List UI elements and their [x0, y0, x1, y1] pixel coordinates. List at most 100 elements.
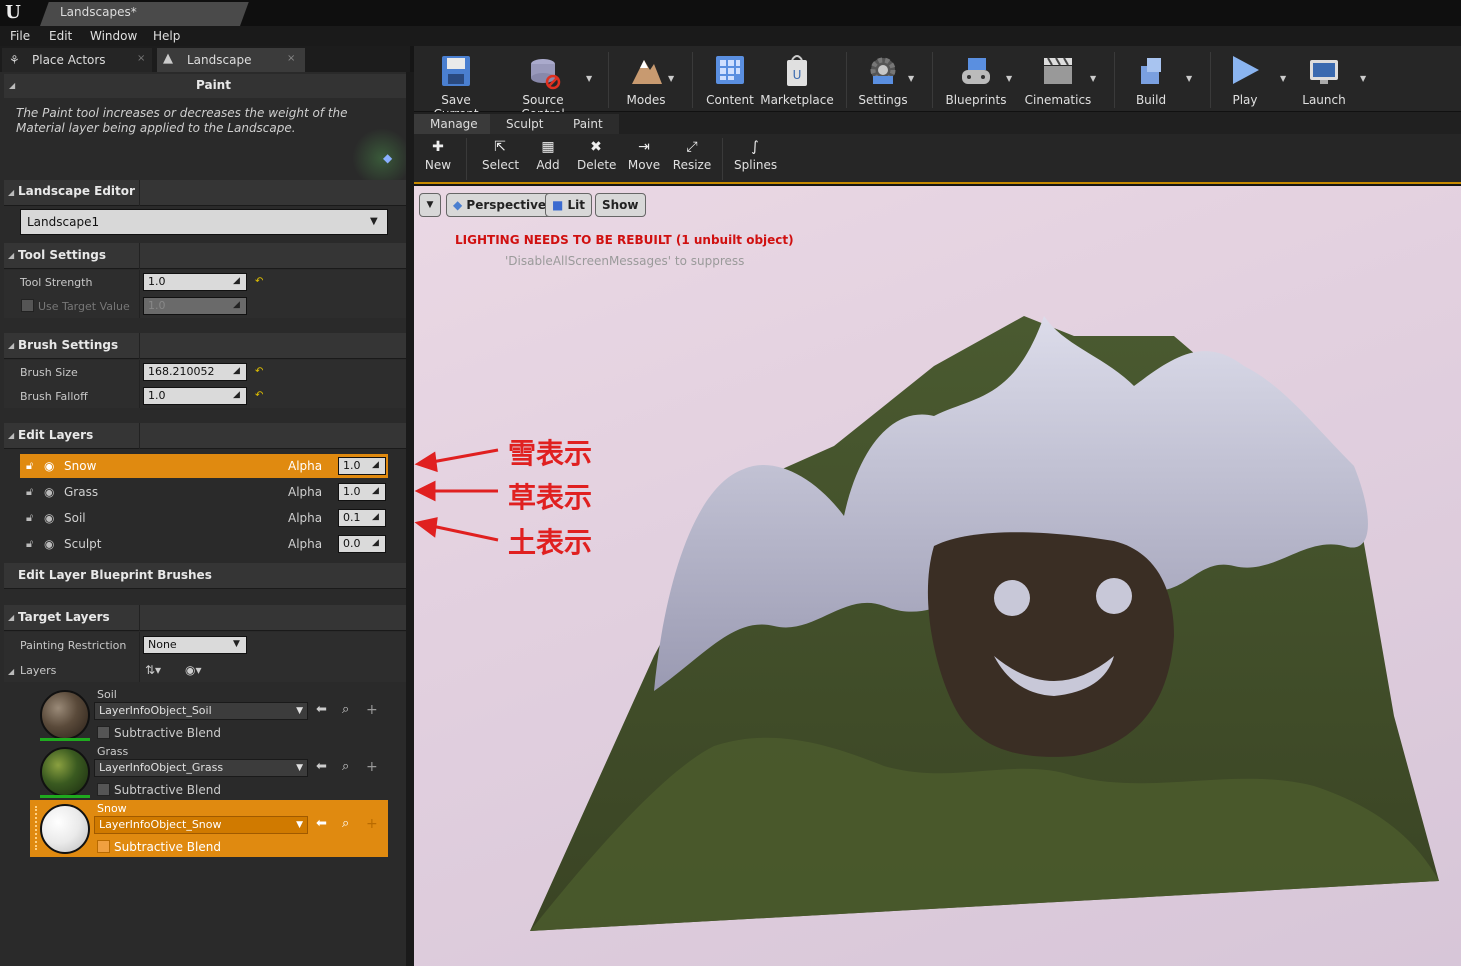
- target-layer-snow[interactable]: Snow LayerInfoObject_Snow ▼ ⬅ ⌕ + Subtrac…: [30, 800, 388, 857]
- viewport-options-button[interactable]: ▼: [419, 193, 441, 217]
- reset-icon[interactable]: ↶: [255, 390, 263, 401]
- eye-icon[interactable]: ◉: [44, 454, 54, 478]
- search-icon[interactable]: ⌕: [342, 702, 349, 717]
- move-tool[interactable]: ⇥ Move: [627, 136, 661, 172]
- layer-info-select[interactable]: LayerInfoObject_Snow ▼: [94, 816, 308, 834]
- edit-layer-row-soil[interactable]: 🔓︎ ◉ Soil Alpha 0.1 ◢: [20, 506, 388, 530]
- menu-window[interactable]: Window: [90, 29, 137, 43]
- edit-layer-alpha-input[interactable]: 0.0 ◢: [338, 535, 386, 553]
- collapse-icon[interactable]: ◢: [9, 81, 15, 90]
- chevron-down-icon[interactable]: ▼: [1006, 74, 1012, 83]
- chevron-down-icon[interactable]: ▼: [1280, 74, 1286, 83]
- target-layer-soil[interactable]: Soil LayerInfoObject_Soil ▼ ⬅ ⌕ + Subtrac…: [30, 686, 390, 743]
- painting-restriction-select[interactable]: None ▼: [143, 636, 247, 654]
- tab-manage[interactable]: Manage: [414, 114, 494, 134]
- menu-file[interactable]: File: [10, 29, 30, 43]
- marketplace-button[interactable]: U Marketplace: [760, 48, 834, 110]
- arrow-left-icon[interactable]: ⬅: [316, 759, 327, 774]
- edit-layer-row-snow[interactable]: 🔓︎ ◉ Snow Alpha 1.0 ◢: [20, 454, 388, 478]
- collapse-icon[interactable]: ◢: [8, 613, 14, 622]
- layer-info-select[interactable]: LayerInfoObject_Grass ▼: [94, 759, 308, 777]
- search-icon[interactable]: ⌕: [342, 759, 349, 774]
- select-tool[interactable]: ⇱ Select: [482, 136, 519, 172]
- chevron-down-icon[interactable]: ▼: [1090, 74, 1096, 83]
- plus-icon[interactable]: +: [366, 759, 378, 775]
- delete-tool[interactable]: ✖ Delete: [577, 136, 616, 172]
- settings-button[interactable]: Settings: [856, 48, 910, 110]
- arrow-left-icon[interactable]: ⬅: [316, 816, 327, 831]
- tab-place-actors[interactable]: Place Actors: [2, 48, 152, 72]
- edit-layer-alpha-input[interactable]: 0.1 ◢: [338, 509, 386, 527]
- reset-icon[interactable]: ↶: [255, 276, 263, 287]
- collapse-icon[interactable]: ◢: [8, 341, 14, 350]
- chevron-down-icon[interactable]: ▼: [1186, 74, 1192, 83]
- chevron-down-icon[interactable]: ▼: [586, 74, 592, 83]
- plus-icon[interactable]: +: [366, 816, 378, 832]
- lock-icon[interactable]: 🔓︎: [26, 506, 33, 530]
- arrow-left-icon[interactable]: ⬅: [316, 702, 327, 717]
- splines-tool[interactable]: ∫ Splines: [734, 136, 777, 172]
- cinematics-button[interactable]: Cinematics: [1024, 48, 1092, 110]
- subtractive-checkbox[interactable]: [97, 726, 110, 739]
- edit-layer-row-sculpt[interactable]: 🔓︎ ◉ Sculpt Alpha 0.0 ◢: [20, 532, 388, 556]
- eye-icon[interactable]: ◉: [44, 532, 54, 556]
- modes-button[interactable]: Modes: [620, 48, 672, 110]
- lock-icon[interactable]: 🔓︎: [26, 454, 33, 478]
- source-control-button[interactable]: Source Control: [500, 48, 586, 121]
- eye-icon[interactable]: ◉: [44, 506, 54, 530]
- tool-strength-input[interactable]: 1.0 ◢: [143, 273, 247, 291]
- lock-icon[interactable]: 🔓︎: [26, 480, 33, 504]
- drag-handle[interactable]: [35, 806, 38, 850]
- blueprints-button[interactable]: Blueprints: [944, 48, 1008, 110]
- edit-layer-alpha-input[interactable]: 1.0 ◢: [338, 457, 386, 475]
- show-button[interactable]: Show: [595, 193, 646, 217]
- collapse-icon[interactable]: ◢: [8, 188, 14, 197]
- collapse-icon[interactable]: ◢: [8, 251, 14, 260]
- chevron-down-icon[interactable]: ▼: [908, 74, 914, 83]
- content-button[interactable]: Content: [704, 48, 756, 110]
- tab-landscape[interactable]: Landscape: [157, 48, 305, 72]
- use-target-input: 1.0 ◢: [143, 297, 247, 315]
- resize-tool[interactable]: ⤢ Resize: [672, 136, 712, 172]
- build-button[interactable]: Build: [1126, 48, 1176, 110]
- chevron-down-icon[interactable]: ▼: [668, 74, 674, 83]
- plus-icon[interactable]: +: [366, 702, 378, 718]
- new-tool[interactable]: ✚ New: [424, 136, 452, 172]
- play-button[interactable]: Play: [1222, 48, 1268, 110]
- visibility-icon[interactable]: ◉▾: [185, 663, 202, 677]
- source-control-icon: [531, 59, 561, 90]
- tab-sculpt[interactable]: Sculpt: [490, 114, 560, 134]
- sort-icon[interactable]: ⇅▾: [145, 663, 161, 677]
- subtractive-checkbox[interactable]: [97, 840, 110, 853]
- menu-edit[interactable]: Edit: [49, 29, 72, 43]
- eye-icon[interactable]: ◉: [44, 480, 54, 504]
- layer-info-select[interactable]: LayerInfoObject_Soil ▼: [94, 702, 308, 720]
- add-tool[interactable]: ▦ Add: [534, 136, 562, 172]
- launch-button[interactable]: Launch: [1298, 48, 1350, 110]
- lock-icon[interactable]: 🔓︎: [26, 532, 33, 556]
- lit-button[interactable]: ■ Lit: [545, 193, 593, 217]
- use-target-checkbox[interactable]: [21, 299, 34, 312]
- unreal-logo-icon[interactable]: U: [2, 2, 24, 24]
- subtractive-checkbox[interactable]: [97, 783, 110, 796]
- menu-help[interactable]: Help: [153, 29, 180, 43]
- save-current-button[interactable]: Save Current: [418, 48, 494, 121]
- target-layer-grass[interactable]: Grass LayerInfoObject_Grass ▼ ⬅ ⌕ + Subtr…: [30, 743, 390, 800]
- close-icon[interactable]: ×: [137, 53, 145, 64]
- brush-size-input[interactable]: 168.210052 ◢: [143, 363, 247, 381]
- lighting-warning: LIGHTING NEEDS TO BE REBUILT (1 unbuilt …: [455, 233, 794, 247]
- search-icon[interactable]: ⌕: [342, 816, 349, 831]
- perspective-button[interactable]: ◆ Perspective: [446, 193, 554, 217]
- chevron-down-icon[interactable]: ▼: [1360, 74, 1366, 83]
- edit-layer-alpha-input[interactable]: 1.0 ◢: [338, 483, 386, 501]
- viewport[interactable]: [414, 186, 1461, 966]
- edit-layer-row-grass[interactable]: 🔓︎ ◉ Grass Alpha 1.0 ◢: [20, 480, 388, 504]
- collapse-icon[interactable]: ◢: [8, 667, 14, 676]
- reset-icon[interactable]: ↶: [255, 366, 263, 377]
- close-icon[interactable]: ×: [287, 53, 295, 64]
- landscape-select[interactable]: Landscape1: [20, 209, 388, 235]
- collapse-icon[interactable]: ◢: [8, 431, 14, 440]
- panel-splitter[interactable]: [406, 72, 414, 966]
- tab-paint[interactable]: Paint: [557, 114, 619, 134]
- brush-falloff-input[interactable]: 1.0 ◢: [143, 387, 247, 405]
